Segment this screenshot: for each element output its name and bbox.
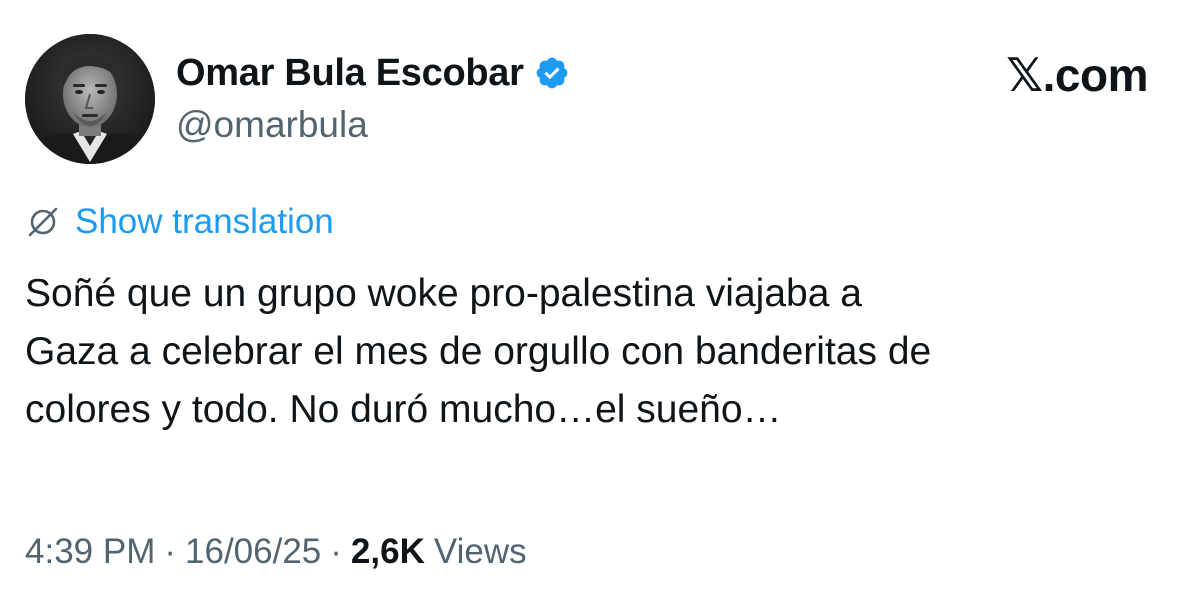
views-count: 2,6K [350, 532, 425, 571]
show-translation-row[interactable]: Show translation [25, 200, 334, 244]
tweet-date[interactable]: 16/06/25 [185, 532, 321, 572]
avatar[interactable] [25, 34, 155, 164]
tweet-text-line: colores y todo. No duró mucho…el sueño… [25, 388, 782, 431]
author-handle[interactable]: @omarbula [176, 104, 368, 146]
tweet-time[interactable]: 4:39 PM [25, 532, 155, 572]
meta-separator: · [330, 532, 342, 571]
show-translation-link[interactable]: Show translation [75, 202, 334, 242]
tweet-card: Omar Bula Escobar @omarbula 𝕏.com Show t… [0, 0, 1200, 605]
views-label: Views [433, 532, 527, 571]
meta-separator: · [164, 532, 177, 571]
translate-icon [25, 204, 61, 240]
author-display-name[interactable]: Omar Bula Escobar [176, 52, 524, 95]
verified-badge-icon [534, 55, 570, 91]
avatar-photo [25, 34, 155, 164]
x-com-logo: 𝕏.com [1006, 49, 1148, 101]
tweet-text: Soñé que un grupo woke pro-palestina via… [25, 265, 1175, 439]
author-name-row: Omar Bula Escobar [176, 48, 570, 98]
tweet-text-line: Soñé que un grupo woke pro-palestina via… [25, 272, 862, 315]
tweet-meta: 4:39 PM · 16/06/25 · 2,6K Views [25, 528, 527, 576]
tweet-text-line: Gaza a celebrar el mes de orgullo con ba… [25, 330, 932, 373]
